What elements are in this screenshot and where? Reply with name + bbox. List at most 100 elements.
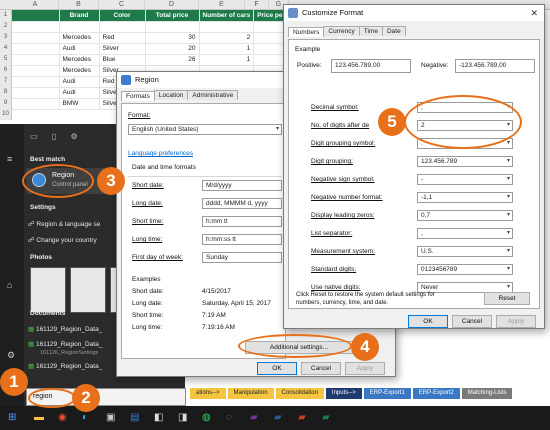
app-icon[interactable]: ◧ [154, 412, 163, 424]
app-icon[interactable]: ◨ [178, 412, 187, 424]
cell[interactable]: Silver [99, 43, 146, 55]
cell[interactable]: 20 [145, 43, 200, 55]
negative-number-format-select[interactable]: -1,1 ▾ [417, 192, 513, 203]
settings-item-region-language[interactable]: ☍ Region & language se [28, 220, 100, 228]
file-explorer-icon[interactable]: ▬ [34, 412, 44, 424]
highlight-ring-additional [238, 334, 352, 358]
edge-icon[interactable]: ◐ [82, 412, 88, 424]
tab-time[interactable]: Time [358, 26, 383, 36]
excel-icon[interactable]: ▰ [322, 412, 330, 424]
windows-start-icon[interactable]: ⊞ [8, 412, 16, 424]
ok-button[interactable]: OK [408, 315, 448, 328]
apps-filter-icon[interactable]: ▭ [30, 132, 38, 141]
tab-location[interactable]: Location [153, 90, 189, 100]
tab-numbers[interactable]: Numbers [288, 27, 325, 37]
column-b[interactable]: B [59, 0, 99, 9]
column-f[interactable]: F [245, 0, 269, 9]
header-brand[interactable]: Brand [59, 10, 100, 22]
header-color[interactable]: Color [99, 10, 146, 22]
cell[interactable]: 2 [199, 32, 255, 44]
app-icon[interactable]: ▣ [106, 412, 115, 424]
tab-currency[interactable]: Currency [323, 26, 360, 36]
photo-thumbnail[interactable] [30, 267, 66, 313]
cell[interactable]: Mercedes [59, 32, 100, 44]
tab-administrative[interactable]: Administrative [187, 90, 239, 100]
settings-filter-icon[interactable]: ⚙ [70, 132, 77, 141]
cell[interactable]: 26 [145, 54, 200, 66]
digit-grouping-select[interactable]: 123.456.789 ▾ [417, 156, 513, 167]
cell[interactable]: 1 [199, 54, 255, 66]
column-c[interactable]: C [99, 0, 145, 9]
skype-icon[interactable]: ◌ [226, 412, 232, 424]
tab-date[interactable]: Date [381, 26, 406, 36]
ok-button[interactable]: OK [257, 362, 297, 375]
sheet-tab[interactable]: Consolidation [275, 388, 324, 399]
column-d[interactable]: D [145, 0, 199, 9]
sheet-tab[interactable]: ations--> [190, 388, 226, 399]
cancel-button[interactable]: Cancel [452, 315, 492, 328]
column-e[interactable]: E [199, 0, 245, 9]
header-number-of-cars[interactable]: Number of cars [199, 10, 255, 22]
row-number[interactable]: 5 [0, 54, 11, 65]
chrome-icon[interactable]: ◉ [58, 412, 67, 424]
first-day-select[interactable]: Sunday [202, 252, 282, 263]
row-number[interactable]: 7 [0, 76, 11, 87]
row-number[interactable]: 2 [0, 21, 11, 32]
reset-button[interactable]: Reset [484, 292, 530, 305]
photo-thumbnail[interactable] [70, 267, 106, 313]
cell[interactable]: Blue [99, 54, 146, 66]
store-icon[interactable]: ▤ [130, 412, 139, 424]
sheet-tab[interactable]: Matching-Lists [461, 388, 513, 399]
long-time-select[interactable]: h:mm:ss tt [202, 234, 282, 245]
cell[interactable]: Audi [59, 43, 100, 55]
short-date-select[interactable]: M/d/yyyy [202, 180, 282, 191]
row-number[interactable]: 6 [0, 65, 11, 76]
sheet-tab[interactable]: Inputs--> [325, 388, 362, 399]
cell[interactable]: 1 [199, 43, 255, 55]
short-time-select[interactable]: h:mm tt [202, 216, 282, 227]
document-item[interactable]: ▦ 161129_Region_Data_ [28, 325, 102, 333]
list-separator-select[interactable]: , ▾ [417, 228, 513, 239]
sheet-tab[interactable]: Manipulation [227, 388, 274, 399]
measurement-system-select[interactable]: U.S. ▾ [417, 246, 513, 257]
documents-filter-icon[interactable]: ▯ [52, 132, 56, 141]
tab-formats[interactable]: Formats [121, 91, 155, 101]
long-date-select[interactable]: dddd, MMMM d, yyyy [202, 198, 282, 209]
powerpoint-icon[interactable]: ▰ [298, 412, 306, 424]
onenote-icon[interactable]: ▰ [250, 412, 258, 424]
row-number[interactable]: 10 [0, 109, 11, 120]
gear-icon[interactable]: ⚙ [7, 350, 15, 361]
cell[interactable]: Mercedes [59, 54, 100, 66]
document-item[interactable]: ▦ 161129_Region_Data_ [28, 340, 102, 348]
cell[interactable]: Audi [59, 76, 100, 88]
sheet-tab[interactable]: ERP-Export2 [412, 388, 460, 399]
hamburger-icon[interactable]: ≡ [7, 154, 12, 164]
leading-zeros-select[interactable]: 0,7 ▾ [417, 210, 513, 221]
sheet-tab[interactable]: ERP-Export1 [363, 388, 411, 399]
row-number[interactable]: 8 [0, 87, 11, 98]
standard-digits-select[interactable]: 0123456789 ▾ [417, 264, 513, 275]
close-icon[interactable]: ✕ [530, 5, 538, 21]
home-icon[interactable]: ⌂ [7, 280, 12, 290]
document-item[interactable]: ▦ 161129_Region_Data_ [28, 362, 102, 370]
word-icon[interactable]: ▰ [274, 412, 282, 424]
row-number[interactable]: 4 [0, 43, 11, 54]
cell[interactable]: 30 [145, 32, 200, 44]
column-a[interactable]: A [12, 0, 59, 9]
language-preferences-link[interactable]: Language preferences [128, 150, 193, 157]
cell[interactable]: Red [99, 32, 146, 44]
header-total-price[interactable]: Total price [145, 10, 200, 22]
row-number[interactable]: 3 [0, 32, 11, 43]
apply-button[interactable]: Apply [345, 362, 385, 375]
format-select[interactable]: English (United States) ▾ [128, 124, 282, 135]
cell[interactable]: BMW [59, 98, 100, 110]
cell[interactable]: Audi [59, 87, 100, 99]
cancel-button[interactable]: Cancel [301, 362, 341, 375]
settings-item-change-country[interactable]: ☍ Change your country [28, 236, 97, 244]
cell[interactable]: Mercedes [59, 65, 100, 77]
whatsapp-icon[interactable]: ◍ [202, 412, 211, 424]
negative-sign-select[interactable]: - ▾ [417, 174, 513, 185]
row-number[interactable]: 1 [0, 10, 11, 21]
row-number[interactable]: 9 [0, 98, 11, 109]
apply-button[interactable]: Apply [496, 315, 536, 328]
